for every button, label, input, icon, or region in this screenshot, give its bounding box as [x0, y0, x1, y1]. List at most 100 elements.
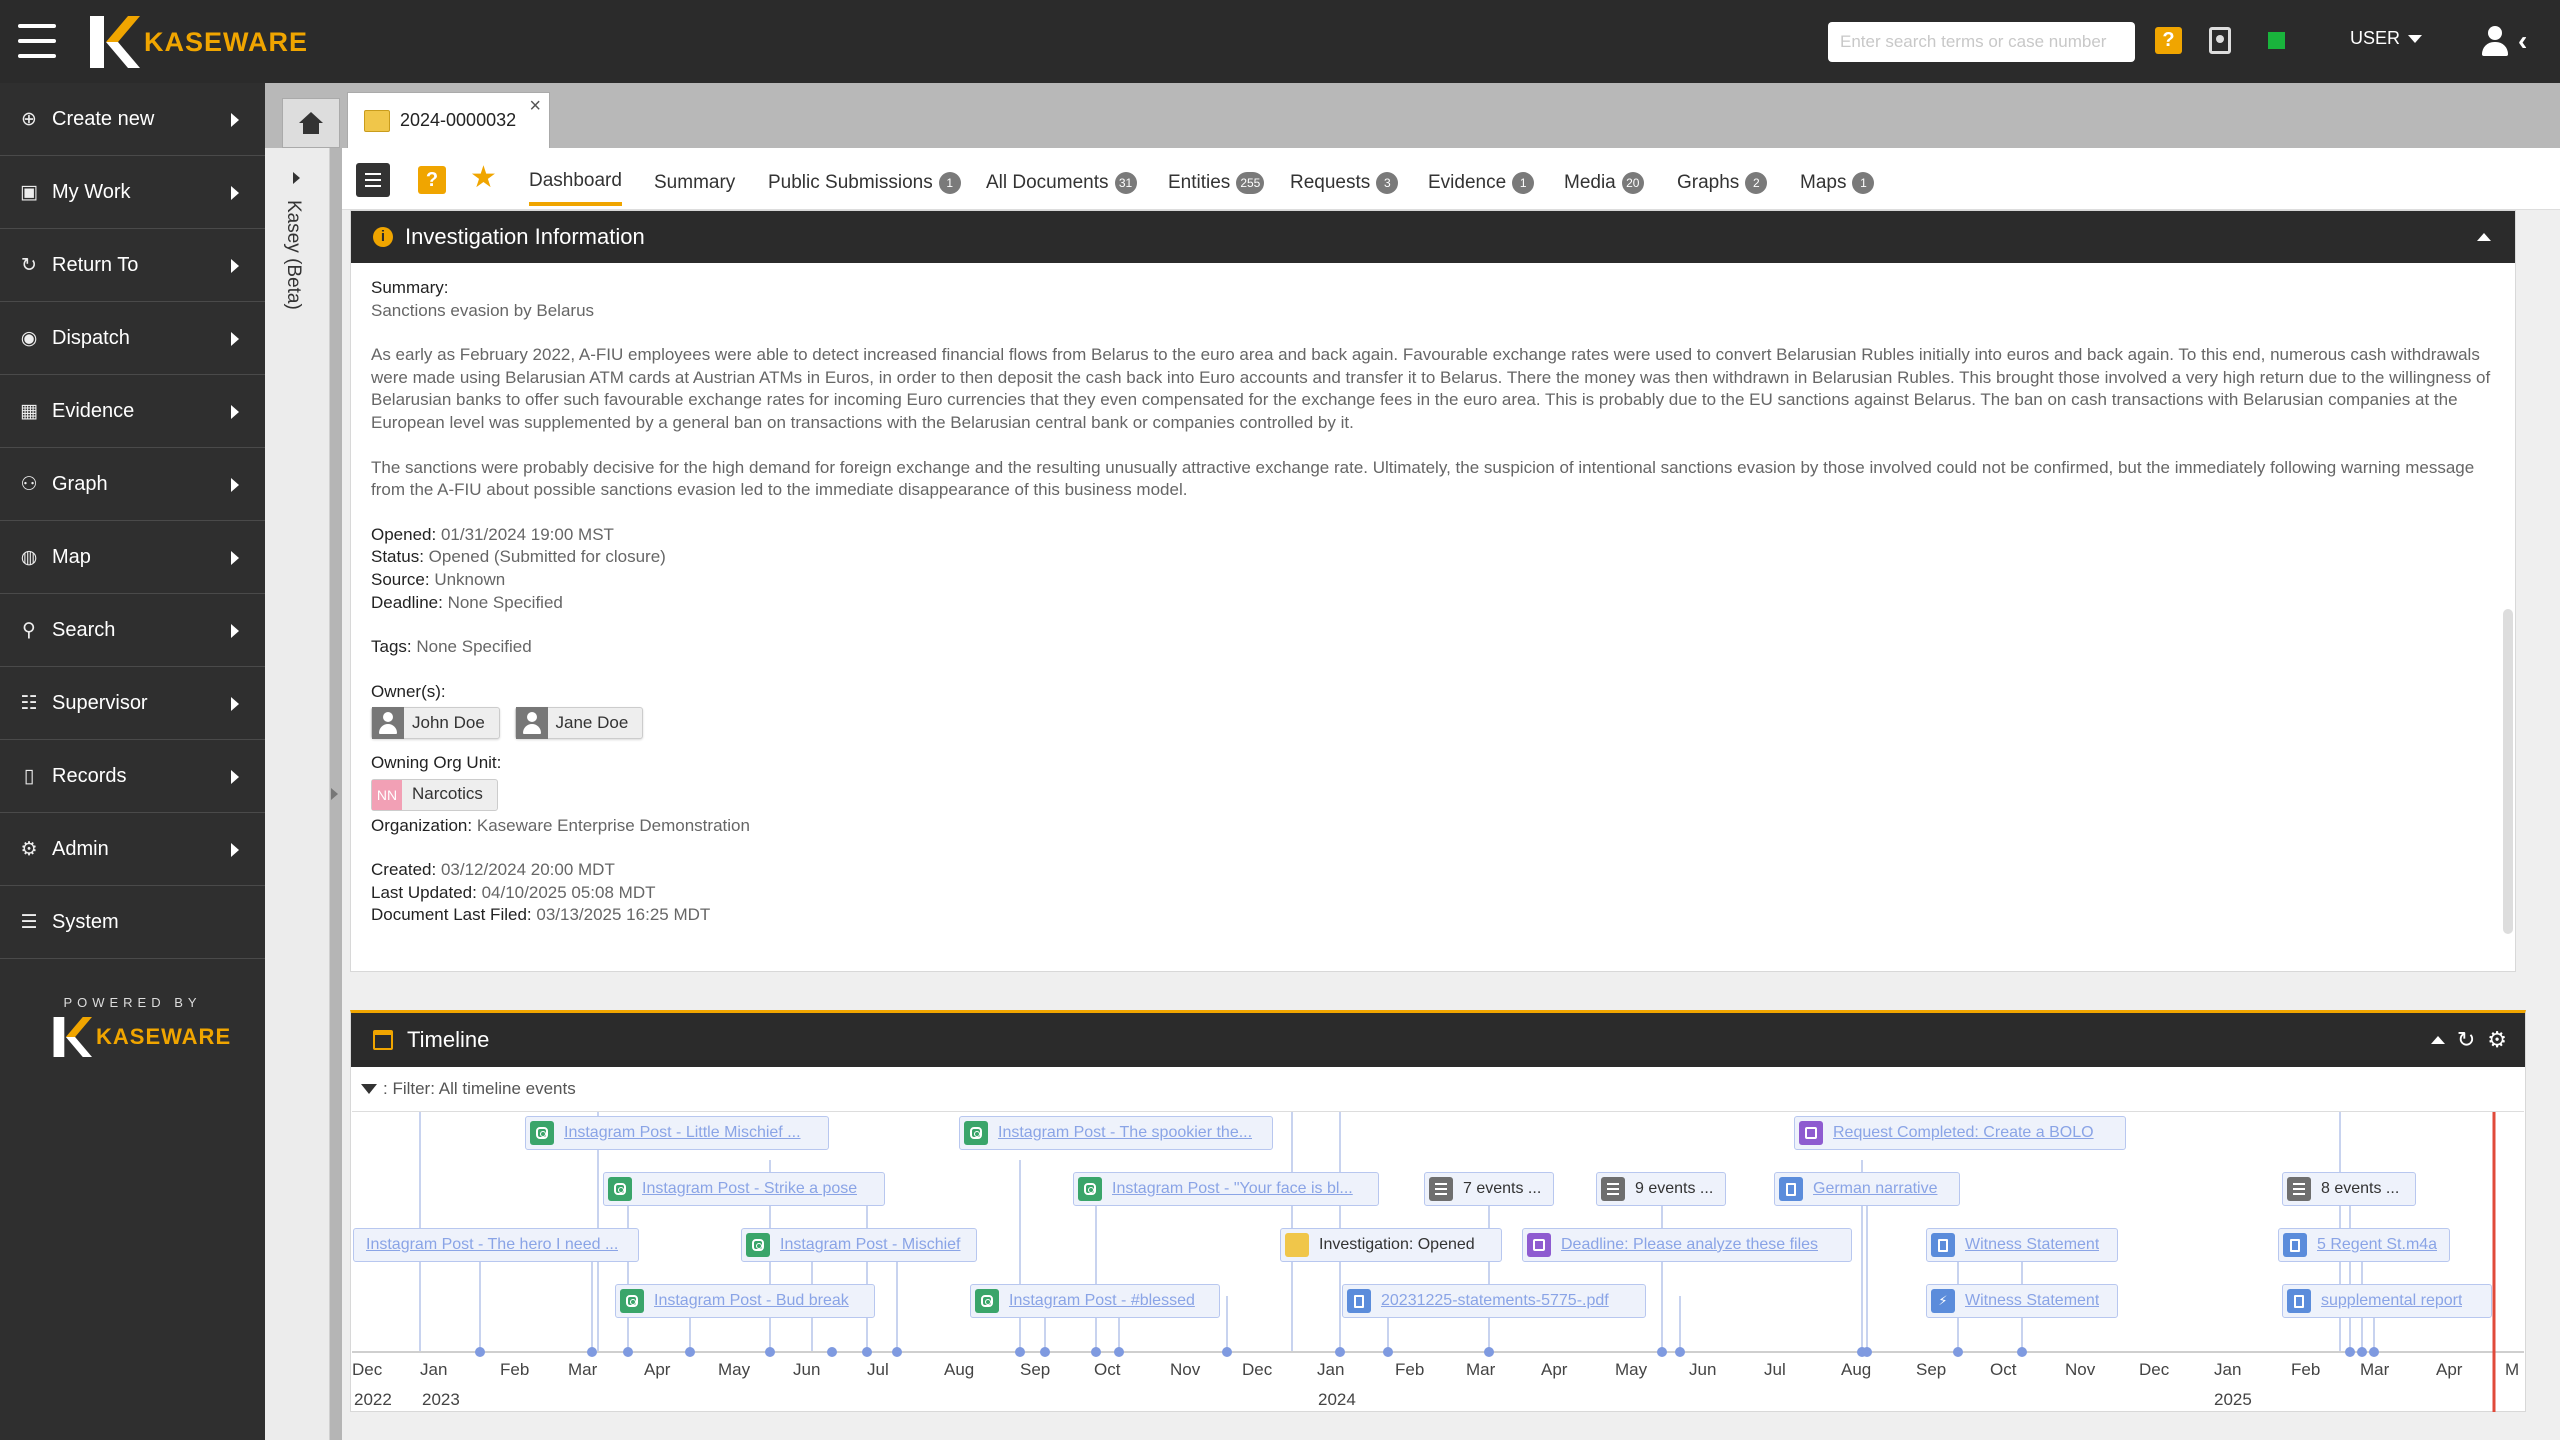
- global-search-input[interactable]: [1828, 22, 2135, 62]
- timeline-event[interactable]: Investigation: Opened: [1280, 1228, 1502, 1262]
- sidebar-item-my-work[interactable]: ▣ My Work: [0, 156, 265, 229]
- timeline-event[interactable]: Witness Statement: [1926, 1228, 2118, 1262]
- timeline-event[interactable]: Instagram Post - Bud break: [615, 1284, 875, 1318]
- sidebar-item-label: Admin: [52, 837, 109, 860]
- timeline-event[interactable]: German narrative: [1774, 1172, 1960, 1206]
- timeline-event[interactable]: Instagram Post - Mischief: [741, 1228, 977, 1262]
- timeline-event[interactable]: Request Completed: Create a BOLO: [1794, 1116, 2126, 1150]
- plus-circle-icon: ⊕: [21, 108, 37, 130]
- chevron-left-icon[interactable]: ‹: [2518, 27, 2527, 55]
- caret-right-icon[interactable]: [293, 172, 300, 184]
- help-icon[interactable]: ?: [418, 166, 446, 194]
- timeline-event[interactable]: Instagram Post - The spookier the...: [959, 1116, 1273, 1150]
- tab-entities[interactable]: Entities 255: [1168, 172, 1265, 194]
- user-profile-icon[interactable]: [2482, 26, 2508, 56]
- timeline-event-label: Witness Statement: [1965, 1236, 2100, 1253]
- brand-name: KASEWARE: [144, 26, 309, 57]
- timeline-event[interactable]: Instagram Post - #blessed: [970, 1284, 1220, 1318]
- instagram-icon: [975, 1289, 999, 1313]
- tab-graphs[interactable]: Graphs 2: [1677, 172, 1768, 194]
- investigation-info-header[interactable]: i Investigation Information: [351, 211, 2515, 263]
- sidebar-item-records[interactable]: ▯ Records: [0, 740, 265, 813]
- sidebar-item-create-new[interactable]: ⊕ Create new: [0, 83, 265, 156]
- timeline-event[interactable]: 20231225-statements-5775-.pdf: [1342, 1284, 1646, 1318]
- stack-icon: [1601, 1177, 1625, 1201]
- tab-evidence[interactable]: Evidence 1: [1428, 172, 1535, 194]
- month-label: Jul: [867, 1360, 889, 1379]
- sidebar-item-return-to[interactable]: ↻ Return To: [0, 229, 265, 302]
- timeline-event[interactable]: Instagram Post - "Your face is bl...: [1073, 1172, 1379, 1206]
- timeline-event[interactable]: Instagram Post - The hero I need ...: [353, 1228, 639, 1262]
- expand-panel-icon[interactable]: [331, 788, 338, 800]
- timeline-event[interactable]: supplemental report: [2282, 1284, 2492, 1318]
- timeline-event[interactable]: 5 Regent St.m4a: [2278, 1228, 2450, 1262]
- timeline-event-label: 7 events ...: [1463, 1180, 1542, 1197]
- caret-right-icon: [231, 624, 239, 638]
- timeline-event-label: Instagram Post - "Your face is bl...: [1112, 1180, 1353, 1197]
- stack-icon: [1429, 1177, 1453, 1201]
- tab-summary[interactable]: Summary: [654, 172, 735, 194]
- tab-label: Graphs: [1677, 172, 1740, 193]
- instagram-icon: [1078, 1177, 1102, 1201]
- timeline-event[interactable]: ⚡ Witness Statement: [1926, 1284, 2118, 1318]
- month-label: Sep: [1020, 1360, 1051, 1379]
- tab-all-documents[interactable]: All Documents 31: [986, 172, 1137, 194]
- star-icon[interactable]: ★: [470, 161, 497, 195]
- timeline-event-group[interactable]: 7 events ...: [1424, 1172, 1554, 1206]
- refresh-icon[interactable]: ↻: [2457, 1027, 2475, 1053]
- sidebar-item-system[interactable]: ☰ System: [0, 886, 265, 959]
- tab-maps[interactable]: Maps 1: [1800, 172, 1875, 194]
- collapse-caret-icon[interactable]: [2430, 1036, 2445, 1044]
- tab-requests[interactable]: Requests 3: [1290, 172, 1399, 194]
- close-icon[interactable]: ×: [529, 95, 541, 118]
- timeline-filter[interactable]: : Filter: All timeline events: [361, 1079, 576, 1099]
- caret-right-icon: [231, 770, 239, 784]
- timeline-event-group[interactable]: 8 events ...: [2282, 1172, 2416, 1206]
- kaseware-logo[interactable]: KASEWARE: [88, 14, 308, 70]
- sidebar-item-label: Return To: [52, 253, 139, 276]
- month-label: Jan: [2214, 1360, 2242, 1379]
- document-icon: [1779, 1177, 1803, 1201]
- timeline-canvas[interactable]: Instagram Post - Little Mischief ... Ins…: [352, 1111, 2524, 1412]
- document-icon: [1931, 1233, 1955, 1257]
- folder-icon: [364, 109, 390, 132]
- users-icon: ☷: [20, 692, 38, 714]
- org-unit-chip[interactable]: NN Narcotics: [371, 778, 498, 811]
- file-icon: ▯: [23, 765, 35, 787]
- help-icon[interactable]: ?: [2155, 27, 2182, 54]
- sidebar-item-search[interactable]: ⚲ Search: [0, 594, 265, 667]
- sidebar-item-evidence[interactable]: ▦ Evidence: [0, 375, 265, 448]
- timeline-event[interactable]: Instagram Post - Little Mischief ...: [525, 1116, 829, 1150]
- kasey-label[interactable]: Kasey (Beta): [282, 200, 304, 310]
- sidebar-item-admin[interactable]: ⚙ Admin: [0, 813, 265, 886]
- sidebar-item-label: Graph: [52, 472, 108, 495]
- collapse-caret-icon[interactable]: [2477, 233, 2491, 241]
- tab-dashboard[interactable]: Dashboard: [529, 170, 622, 206]
- timeline-event[interactable]: Deadline: Please analyze these files: [1522, 1228, 1852, 1262]
- case-menu-button[interactable]: [356, 163, 390, 197]
- timeline-header[interactable]: Timeline ↻ ⚙: [351, 1013, 2525, 1067]
- user-menu[interactable]: USER: [2350, 28, 2423, 49]
- main-menu-icon[interactable]: [18, 24, 56, 58]
- timeline-event[interactable]: Instagram Post - Strike a pose: [603, 1172, 885, 1206]
- timeline-axis-lines: [352, 1112, 2524, 1412]
- timeline-event-label: Instagram Post - The spookier the...: [998, 1124, 1253, 1141]
- sidebar-item-graph[interactable]: ⚇ Graph: [0, 448, 265, 521]
- timeline-event-label: German narrative: [1813, 1180, 1938, 1197]
- sidebar-item-dispatch[interactable]: ◉ Dispatch: [0, 302, 265, 375]
- calendar-icon: [373, 1030, 393, 1050]
- sidebar-item-map[interactable]: ◍ Map: [0, 521, 265, 594]
- tab-label: All Documents: [986, 172, 1109, 193]
- timeline-event-group[interactable]: 9 events ...: [1596, 1172, 1726, 1206]
- tab-media[interactable]: Media 20: [1564, 172, 1644, 194]
- timeline-event-label: Instagram Post - Little Mischief ...: [564, 1124, 801, 1141]
- panel-scrollbar[interactable]: [2503, 609, 2513, 934]
- tab-public-submissions[interactable]: Public Submissions 1: [768, 172, 961, 194]
- owner-chip[interactable]: Jane Doe: [514, 707, 644, 740]
- gear-icon[interactable]: ⚙: [2487, 1027, 2507, 1053]
- contact-card-icon[interactable]: [2209, 27, 2231, 54]
- sidebar-item-supervisor[interactable]: ☷ Supervisor: [0, 667, 265, 740]
- owner-chip[interactable]: John Doe: [371, 707, 500, 740]
- home-tab[interactable]: [282, 98, 340, 148]
- case-tab[interactable]: 2024-0000032 ×: [347, 92, 550, 148]
